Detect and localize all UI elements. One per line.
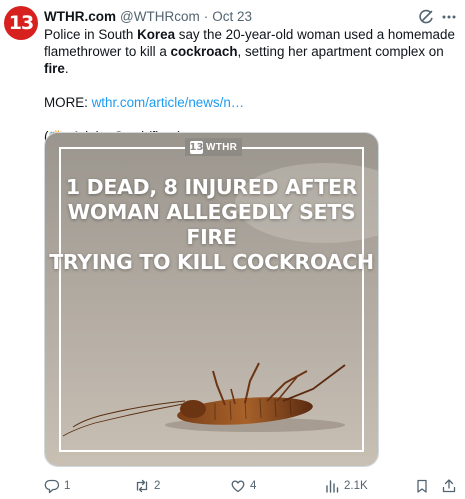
views-chart-icon bbox=[326, 480, 339, 493]
reply-count: 1 bbox=[64, 480, 71, 492]
more-horizontal-icon[interactable] bbox=[441, 9, 457, 25]
share-icon bbox=[442, 479, 456, 493]
bookmark-icon bbox=[417, 479, 427, 493]
separator-dot: · bbox=[203, 8, 209, 24]
tweet[interactable]: 13 WTHR.com @WTHRcom · Oct 23 Police in … bbox=[0, 0, 465, 499]
hashtag-fire[interactable]: fire bbox=[44, 61, 65, 76]
like-button[interactable]: 4 bbox=[230, 477, 256, 495]
more-label: MORE: bbox=[44, 95, 92, 110]
reply-icon bbox=[44, 479, 60, 494]
wthr-logo-text: WTHR bbox=[206, 141, 238, 153]
wthr-logo: 13 WTHR bbox=[185, 138, 243, 156]
view-count: 2.1K bbox=[344, 480, 368, 492]
avatar-logo-text: 13 bbox=[8, 12, 34, 34]
tweet-date[interactable]: Oct 23 bbox=[212, 9, 252, 24]
article-link[interactable]: wthr.com/article/news/n… bbox=[92, 95, 245, 110]
image-headline: 1 DEAD, 8 INJURED AFTER WOMAN ALLEGEDLY … bbox=[49, 175, 374, 274]
wthr-logo-number: 13 bbox=[189, 140, 204, 154]
tweet-text-line: Police in South Korea say the 20-year-ol… bbox=[44, 27, 455, 42]
repost-button[interactable]: 2 bbox=[134, 477, 160, 495]
action-bar: 1 2 4 2.1K bbox=[0, 477, 465, 497]
tweet-header: WTHR.com @WTHRcom · Oct 23 bbox=[44, 7, 252, 25]
heart-icon bbox=[231, 480, 245, 493]
author-name[interactable]: WTHR.com bbox=[44, 9, 116, 24]
bookmark-button[interactable] bbox=[414, 477, 430, 495]
views-button[interactable]: 2.1K bbox=[324, 477, 368, 495]
tweet-image[interactable]: 13 WTHR 1 DEAD, 8 INJURED AFTER WOMAN AL… bbox=[44, 132, 379, 467]
reply-button[interactable]: 1 bbox=[44, 477, 70, 495]
tweet-text-line: flamethrower to kill a cockroach, settin… bbox=[44, 44, 444, 76]
repost-count: 2 bbox=[154, 480, 161, 492]
hashtag-korea[interactable]: Korea bbox=[137, 27, 175, 42]
grok-icon[interactable] bbox=[418, 9, 434, 25]
hashtag-cockroach[interactable]: cockroach bbox=[171, 44, 238, 59]
tweet-text: Police in South Korea say the 20-year-ol… bbox=[44, 26, 458, 145]
avatar[interactable]: 13 bbox=[4, 6, 38, 40]
author-handle[interactable]: @WTHRcom bbox=[120, 9, 200, 24]
more-line: MORE: wthr.com/article/news/n… bbox=[44, 94, 458, 111]
share-button[interactable] bbox=[441, 477, 457, 495]
repost-icon bbox=[136, 479, 148, 493]
like-count: 4 bbox=[250, 480, 257, 492]
